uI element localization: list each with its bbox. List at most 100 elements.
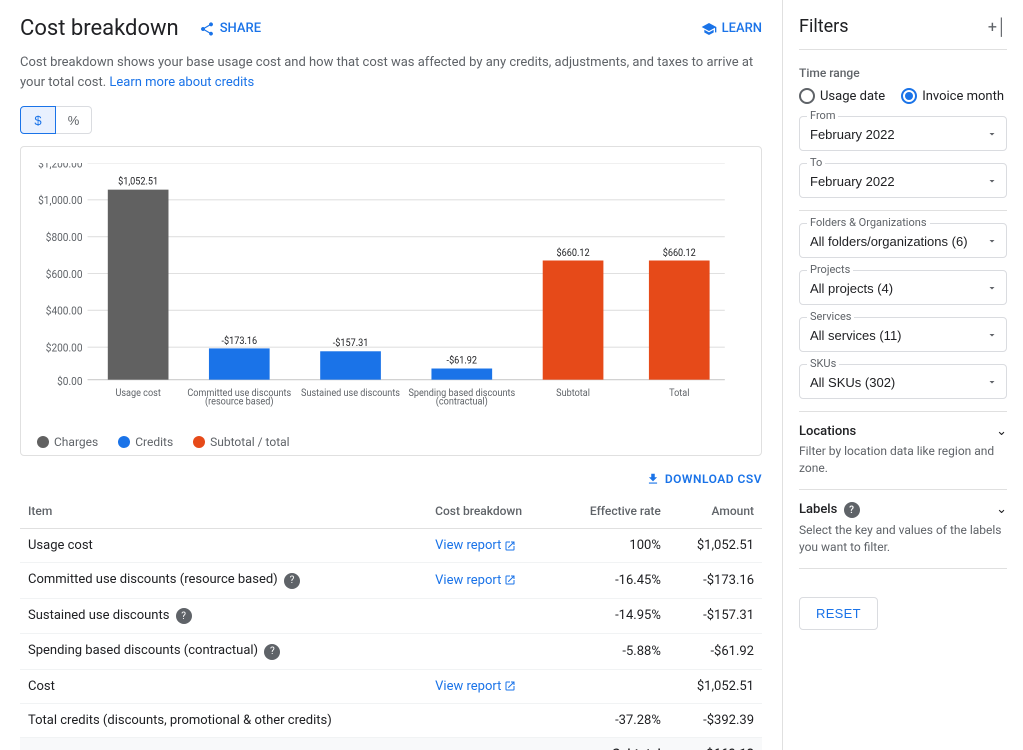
- svg-text:$1,200.00: $1,200.00: [38, 163, 83, 170]
- labels-collapse-icon: ⌄: [996, 502, 1007, 517]
- svg-text:(resource based): (resource based): [205, 396, 274, 407]
- legend-credits: Credits: [118, 435, 173, 449]
- row-item: Usage cost: [20, 529, 427, 563]
- row-breakdown: [427, 598, 558, 634]
- svg-text:$400.00: $400.00: [46, 304, 83, 317]
- download-csv-button[interactable]: DOWNLOAD CSV: [646, 472, 762, 486]
- view-report-link[interactable]: View report: [435, 538, 516, 553]
- table-row: Committed use discounts (resource based)…: [20, 563, 762, 599]
- row-rate: -16.45%: [558, 563, 669, 599]
- skus-label: SKUs: [807, 357, 839, 370]
- services-label: Services: [807, 310, 854, 323]
- collapse-icon[interactable]: +│: [988, 17, 1007, 37]
- labels-help-icon[interactable]: ?: [844, 502, 860, 518]
- sidebar-title-text: Filters: [799, 16, 849, 37]
- row-amount: $1,052.51: [669, 529, 762, 563]
- table-row: Cost View report $1,052.51: [20, 669, 762, 703]
- row-breakdown: View report: [427, 563, 558, 599]
- description: Cost breakdown shows your base usage cos…: [20, 53, 762, 92]
- table-row-subtotal: Subtotal $660.12: [20, 737, 762, 750]
- bar-usage-cost: [108, 190, 169, 380]
- col-amount: Amount: [669, 494, 762, 529]
- skus-field-wrapper: SKUs All SKUs (302): [799, 364, 1007, 399]
- page-header: Cost breakdown SHARE LEARN: [20, 16, 762, 41]
- svg-text:$1,000.00: $1,000.00: [38, 194, 83, 207]
- table-header-row: Item Cost breakdown Effective rate Amoun…: [20, 494, 762, 529]
- row-amount: -$157.31: [669, 598, 762, 634]
- labels-label-text: Labels: [799, 502, 837, 517]
- locations-desc: Filter by location data like region and …: [799, 443, 1007, 477]
- help-icon[interactable]: ?: [176, 608, 192, 624]
- svg-text:$660.12: $660.12: [663, 248, 696, 259]
- legend-charges-label: Charges: [54, 435, 98, 449]
- chart-legend: Charges Credits Subtotal / total: [37, 435, 745, 449]
- table-row: Usage cost View report 100% $1,052.51: [20, 529, 762, 563]
- svg-text:Sustained use discounts: Sustained use discounts: [301, 388, 400, 399]
- to-select[interactable]: February 2022: [799, 163, 1007, 198]
- divider: [799, 411, 1007, 412]
- dollar-toggle[interactable]: $: [20, 106, 56, 134]
- row-breakdown: [427, 737, 558, 750]
- folders-field-wrapper: Folders & Organizations All folders/orga…: [799, 223, 1007, 258]
- row-amount: -$392.39: [669, 703, 762, 737]
- svg-text:Subtotal: Subtotal: [556, 388, 590, 399]
- usage-date-radio[interactable]: Usage date: [799, 88, 885, 104]
- legend-credits-dot: [118, 436, 130, 448]
- to-label: To: [807, 156, 825, 169]
- folders-label: Folders & Organizations: [807, 216, 930, 229]
- locations-label: Locations: [799, 424, 856, 439]
- percent-toggle[interactable]: %: [56, 106, 92, 134]
- row-rate: -14.95%: [558, 598, 669, 634]
- services-field-wrapper: Services All services (11): [799, 317, 1007, 352]
- labels-label: Labels ?: [799, 502, 860, 519]
- time-range-radio-group: Usage date Invoice month: [799, 88, 1007, 104]
- labels-section-header[interactable]: Labels ? ⌄: [799, 502, 1007, 519]
- help-icon[interactable]: ?: [264, 644, 280, 660]
- external-link-icon: [504, 540, 516, 552]
- row-item: [20, 737, 427, 750]
- view-report-link[interactable]: View report: [435, 573, 516, 588]
- external-link-icon: [504, 574, 516, 586]
- divider: [799, 49, 1007, 50]
- reset-button[interactable]: RESET: [799, 597, 878, 630]
- svg-text:$600.00: $600.00: [46, 267, 83, 280]
- view-report-link[interactable]: View report: [435, 679, 516, 694]
- download-bar: DOWNLOAD CSV: [20, 472, 762, 486]
- svg-text:$0.00: $0.00: [57, 375, 82, 388]
- invoice-month-label: Invoice month: [922, 89, 1004, 104]
- sidebar-title: Filters +│: [799, 16, 1007, 37]
- svg-text:Total: Total: [669, 388, 689, 399]
- learn-label: LEARN: [722, 21, 762, 36]
- to-field-wrapper: To February 2022: [799, 163, 1007, 198]
- share-button[interactable]: SHARE: [199, 21, 261, 37]
- invoice-month-circle: [901, 88, 917, 104]
- learn-button[interactable]: LEARN: [701, 21, 762, 37]
- learn-more-link[interactable]: Learn more about credits: [109, 75, 254, 90]
- row-rate: -5.88%: [558, 634, 669, 670]
- row-rate: [558, 669, 669, 703]
- invoice-month-radio[interactable]: Invoice month: [901, 88, 1004, 104]
- legend-charges: Charges: [37, 435, 98, 449]
- divider: [799, 568, 1007, 569]
- table-row: Spending based discounts (contractual) ?…: [20, 634, 762, 670]
- row-breakdown: View report: [427, 529, 558, 563]
- row-item: Sustained use discounts ?: [20, 598, 427, 634]
- svg-text:-$173.16: -$173.16: [221, 336, 257, 347]
- download-label: DOWNLOAD CSV: [665, 472, 762, 486]
- chart-container: $1,200.00 $1,000.00 $800.00 $600.00 $400…: [20, 146, 762, 456]
- learn-icon: [701, 21, 717, 37]
- external-link-icon: [504, 680, 516, 692]
- projects-label: Projects: [807, 263, 853, 276]
- usage-date-circle: [799, 88, 815, 104]
- from-field-wrapper: From February 2022: [799, 116, 1007, 151]
- row-breakdown: [427, 634, 558, 670]
- locations-section-header[interactable]: Locations ⌄: [799, 424, 1007, 439]
- help-icon[interactable]: ?: [284, 573, 300, 589]
- row-item: Spending based discounts (contractual) ?: [20, 634, 427, 670]
- svg-text:-$61.92: -$61.92: [447, 355, 477, 366]
- bar-spending: [431, 369, 492, 380]
- col-breakdown: Cost breakdown: [427, 494, 558, 529]
- row-breakdown: View report: [427, 669, 558, 703]
- col-rate: Effective rate: [558, 494, 669, 529]
- main-content: Cost breakdown SHARE LEARN Cost breakdow…: [0, 0, 783, 750]
